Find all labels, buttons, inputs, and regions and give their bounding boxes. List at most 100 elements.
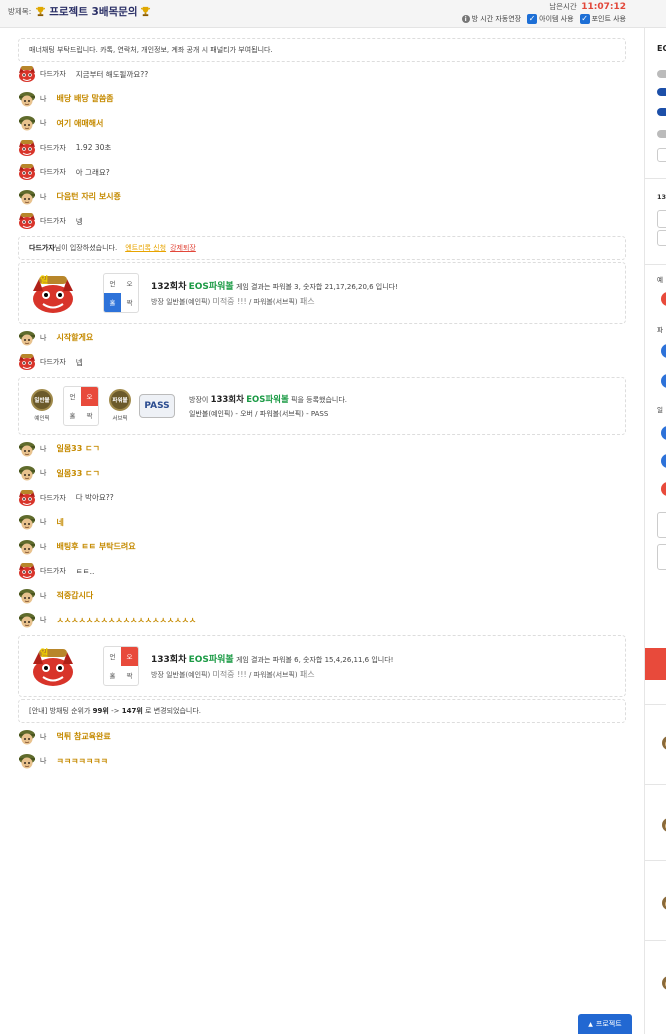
svg-text:일: 일: [40, 274, 48, 285]
chat-nickname[interactable]: 다드가자: [40, 357, 66, 367]
status-pill: [657, 70, 666, 78]
svg-text:일: 일: [40, 647, 48, 658]
side-panel-label: 예: [657, 276, 663, 284]
soldier-avatar-icon: [18, 728, 36, 746]
kick-link[interactable]: 강제퇴장: [170, 243, 196, 253]
game-result-card: 일 언 오 홀 짝 132회차 EOS파워볼 게임 결과는 파워볼 3, 숫자합…: [18, 261, 626, 324]
devil-avatar-icon: [18, 163, 36, 181]
pick-circle-icon[interactable]: [661, 454, 666, 468]
pick-circle-icon[interactable]: [661, 344, 666, 358]
entry-notice: 다드가자 님이 입장하셨습니다. 엔트리록 신청 강제퇴장: [18, 235, 626, 260]
use-item-checkbox[interactable]: ✓ 아이템 사용: [527, 14, 574, 24]
auto-extend-option[interactable]: i 방 시간 자동연장: [461, 14, 521, 24]
chat-message: 다드가자 넹: [18, 209, 626, 234]
arrow-up-icon: ▲: [588, 1020, 593, 1028]
side-panel-field[interactable]: [657, 230, 666, 246]
chat-nickname[interactable]: 다드가자: [40, 167, 66, 177]
pick-circle-icon[interactable]: [661, 292, 666, 306]
scroll-top-label: 프로젝트: [595, 1020, 622, 1028]
result-pick-label: 방장 일반볼(예인픽): [151, 670, 211, 679]
chat-nickname[interactable]: 다드가자: [40, 143, 66, 153]
power-ball-badge: 파워볼 서브픽: [107, 389, 133, 422]
chat-nickname[interactable]: 나: [40, 756, 46, 766]
remaining-time-value: 11:07:12: [581, 2, 626, 12]
chat-nickname[interactable]: 나: [40, 333, 46, 343]
side-panel-round: 13: [657, 193, 666, 201]
chat-nickname[interactable]: 나: [40, 542, 46, 552]
chat-nickname[interactable]: 나: [40, 615, 46, 625]
chat-message: 나 다음턴 자리 보시죵: [18, 185, 626, 210]
chat-message: 다드가자 아 그래요?: [18, 160, 626, 185]
chat-message: 나 ㅅㅅㅅㅅㅅㅅㅅㅅㅅㅅㅅㅅㅅㅅㅅㅅㅅㅅㅅ: [18, 608, 626, 633]
side-panel-field[interactable]: [657, 148, 666, 162]
result-game: EOS파워볼: [188, 281, 234, 292]
soldier-avatar-icon: [18, 440, 36, 458]
user-avatar-icon: [662, 818, 666, 832]
result-round: 133회차: [151, 654, 187, 665]
chat-text: 넹: [75, 216, 83, 226]
side-panel-red-button[interactable]: [645, 648, 666, 680]
chat-log: 매너채팅 부탁드립니다. 카톡, 연락처, 개인정보, 계좌 공개 시 패널티가…: [18, 38, 626, 774]
chat-message: 다드가자 1.92 30초: [18, 136, 626, 161]
soldier-avatar-icon: [18, 587, 36, 605]
chat-nickname[interactable]: 나: [40, 591, 46, 601]
entry-user-name: 다드가자: [29, 243, 55, 252]
normal-ball-badge: 일반볼 예인픽: [29, 389, 55, 422]
chat-nickname[interactable]: 다드가자: [40, 493, 66, 503]
use-point-checkbox[interactable]: ✓ 포인트 사용: [579, 14, 626, 24]
bet-registration-card: 일반볼 예인픽 언 오 홀 짝 파워볼 서브픽 PASS 방장이 133회차 E…: [18, 376, 626, 435]
status-pill: [657, 108, 666, 116]
cell-over: 오: [121, 646, 138, 666]
result-desc: 게임 결과는 파워볼 3, 숫자합 21,17,26,20,6 입니다!: [235, 282, 398, 291]
chat-nickname[interactable]: 나: [40, 94, 46, 104]
entry-request-link[interactable]: 엔트리록 신청: [125, 243, 166, 253]
side-panel-field[interactable]: [657, 512, 666, 538]
chat-text: 먹튀 참교육완료: [56, 732, 111, 742]
side-panel-field[interactable]: [657, 210, 666, 228]
chat-message: 나 적중갑시다: [18, 584, 626, 609]
chat-nickname[interactable]: 나: [40, 732, 46, 742]
divider: [645, 178, 666, 179]
result-text: 133회차 EOS파워볼 게임 결과는 파워볼 6, 숫자합 15,4,26,1…: [151, 652, 393, 680]
system-notice: 매너채팅 부탁드립니다. 카톡, 연락처, 개인정보, 계좌 공개 시 패널티가…: [18, 38, 626, 62]
scroll-top-project-button[interactable]: ▲ 프로젝트: [578, 1014, 632, 1034]
chat-nickname[interactable]: 다드가자: [40, 216, 66, 226]
side-panel-field[interactable]: [657, 544, 666, 570]
chat-nickname[interactable]: 나: [40, 118, 46, 128]
cell-odd: 홀: [109, 672, 116, 680]
chat-message: 나 일몸33 ㄷㄱ: [18, 437, 626, 462]
cell-even: 짝: [86, 412, 93, 420]
chat-nickname[interactable]: 다드가자: [40, 69, 66, 79]
status-pill: [657, 130, 666, 138]
chat-text: 다음턴 자리 보시죵: [56, 192, 121, 202]
chat-message: 나 먹튀 참교육완료: [18, 725, 626, 750]
result-miss: 미적중 !!!: [212, 296, 247, 306]
bet-picks: 일반볼(예인픽) - 오버 / 파워볼(서브픽) - PASS: [189, 409, 329, 418]
chat-message: 나 ㅋㅋㅋㅋㅋㅋㅋ: [18, 749, 626, 774]
chat-nickname[interactable]: 나: [40, 517, 46, 527]
soldier-avatar-icon: [18, 329, 36, 347]
chat-message: 나 시작할게요: [18, 326, 626, 351]
result-round: 132회차: [151, 281, 187, 292]
soldier-avatar-icon: [18, 90, 36, 108]
result-pick-label: 방장 일반볼(예인픽): [151, 297, 211, 306]
cell-odd: 홀: [104, 292, 121, 312]
pick-circle-icon[interactable]: [661, 426, 666, 440]
room-header: 방제목: 프로젝트 3배목문의 남은시간 11:07:12 i 방 시간 자동연…: [0, 0, 666, 28]
chat-text: 1.92 30초: [75, 143, 112, 153]
chat-nickname[interactable]: 다드가자: [40, 566, 66, 576]
right-side-panel: EC 13 예 파 일: [644, 28, 666, 1034]
remaining-time: 남은시간 11:07:12: [549, 1, 626, 12]
chat-nickname[interactable]: 나: [40, 468, 46, 478]
chat-text: ㅋㅋㅋㅋㅋㅋㅋ: [56, 756, 108, 766]
chat-text: 넵: [75, 357, 83, 367]
chat-nickname[interactable]: 나: [40, 444, 46, 454]
pick-circle-icon[interactable]: [661, 374, 666, 388]
chat-nickname[interactable]: 나: [40, 192, 46, 202]
devil-avatar-icon: [18, 562, 36, 580]
user-avatar-icon: [662, 976, 666, 990]
pick-circle-icon[interactable]: [661, 482, 666, 496]
room-options: i 방 시간 자동연장 ✓ 아이템 사용 ✓ 포인트 사용: [456, 14, 626, 24]
bet-round: 133회차: [210, 394, 244, 405]
chat-text: 다 박아요??: [75, 493, 114, 503]
